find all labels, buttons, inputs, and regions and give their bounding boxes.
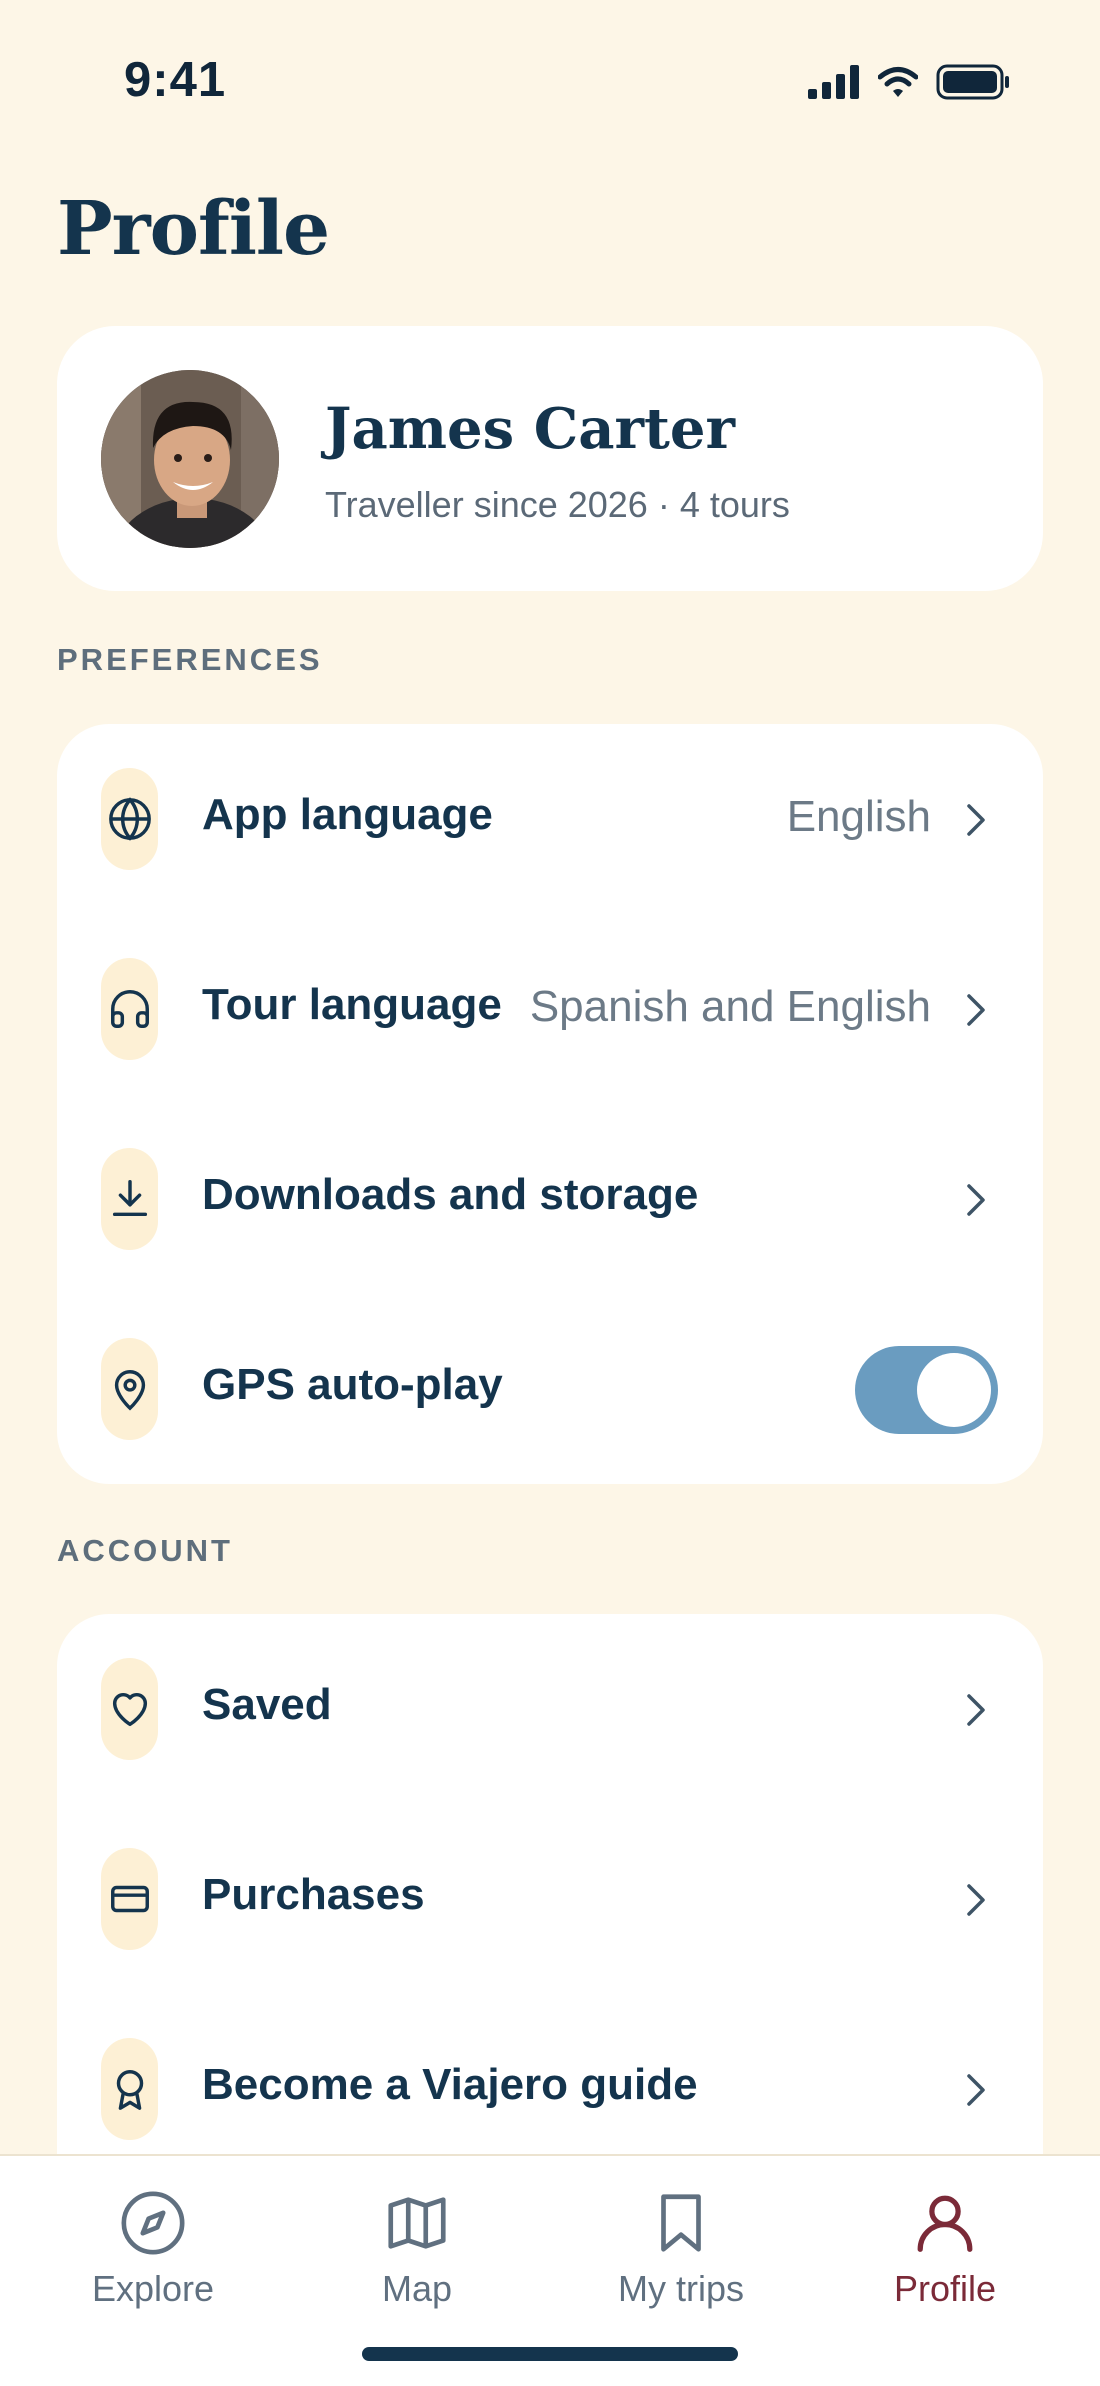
tab-label: My trips	[618, 2268, 744, 2309]
tab-profile[interactable]: Profile	[845, 2188, 1045, 2328]
row-value: Spanish and English	[529, 982, 931, 1031]
chevron-right-icon	[967, 1884, 985, 1916]
status-bar: 9:41	[0, 0, 1100, 160]
row-purchases[interactable]: Purchases	[57, 1804, 1043, 1994]
tab-map[interactable]: Map	[317, 2188, 517, 2328]
bookmark-icon	[661, 2194, 701, 2252]
section-label-account: ACCOUNT	[57, 1533, 233, 1568]
location-pin-icon	[114, 1370, 145, 1411]
row-gps-autoplay: GPS auto-play	[57, 1294, 1043, 1484]
toggle-knob	[917, 1353, 991, 1427]
page-title: Profile	[57, 186, 330, 272]
chevron-right-icon	[967, 804, 985, 836]
chevron-right-icon	[967, 1184, 985, 1216]
row-app-language[interactable]: App language English	[57, 724, 1043, 914]
credit-card-icon	[110, 1885, 149, 1913]
heart-icon	[112, 1692, 147, 1727]
headphones-icon	[110, 990, 149, 1028]
row-label: Tour language	[202, 980, 502, 1029]
tab-label: Profile	[893, 2268, 997, 2309]
tab-label: Explore	[91, 2268, 215, 2309]
chevron-right-icon	[967, 2074, 985, 2106]
row-label: App language	[202, 790, 493, 839]
status-time: 9:41	[124, 53, 227, 107]
wifi-icon	[878, 67, 918, 97]
row-downloads-storage[interactable]: Downloads and storage	[57, 1104, 1043, 1294]
compass-icon	[121, 2191, 185, 2255]
row-label: Downloads and storage	[202, 1170, 699, 1219]
row-value: English	[786, 792, 931, 841]
preferences-card: App language English Tour language Spani…	[57, 724, 1043, 1484]
profile-subtitle: Traveller since 2026 · 4 tours	[325, 484, 790, 525]
section-label-preferences: PREFERENCES	[57, 642, 323, 677]
profile-name: James Carter	[325, 396, 736, 462]
person-icon	[917, 2195, 973, 2252]
cellular-signal-icon	[808, 65, 859, 99]
profile-card[interactable]: James Carter Traveller since 2026 · 4 to…	[57, 326, 1043, 591]
row-saved[interactable]: Saved	[57, 1614, 1043, 1804]
chevron-right-icon	[967, 1694, 985, 1726]
row-label: Become a Viajero guide	[202, 2060, 698, 2109]
row-label: Saved	[202, 1680, 332, 1729]
award-icon	[116, 2070, 143, 2110]
tab-label: Map	[381, 2268, 453, 2309]
gps-autoplay-toggle[interactable]	[855, 1346, 998, 1434]
status-icons	[808, 64, 1010, 100]
row-tour-language[interactable]: Tour language Spanish and English	[57, 914, 1043, 1104]
tab-explore[interactable]: Explore	[53, 2188, 253, 2328]
chevron-right-icon	[967, 994, 985, 1026]
globe-icon	[108, 797, 151, 841]
battery-icon	[936, 64, 1009, 100]
map-icon	[388, 2197, 446, 2249]
avatar	[101, 370, 279, 548]
profile-screen: 9:41 Profile James Carter Traveller sinc…	[0, 0, 1100, 2386]
home-indicator	[362, 2347, 738, 2361]
row-label: Purchases	[202, 1870, 425, 1919]
tab-my-trips[interactable]: My trips	[581, 2188, 781, 2328]
download-icon	[112, 1180, 147, 1217]
row-label: GPS auto-play	[202, 1360, 503, 1409]
